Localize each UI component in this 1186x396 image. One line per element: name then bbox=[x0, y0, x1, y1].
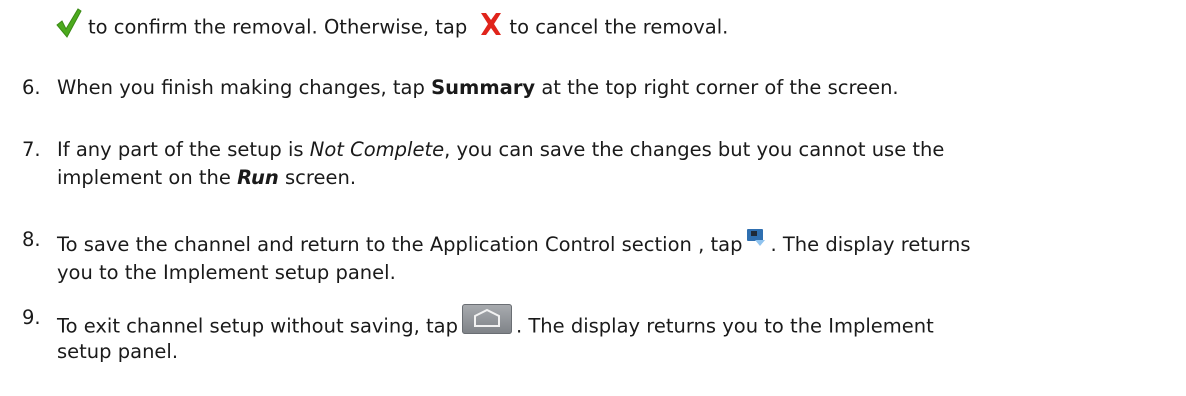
step-9-line-2: setup panel. bbox=[57, 340, 179, 363]
intro-text-b: to cancel the removal. bbox=[509, 15, 729, 39]
step-7-text-c: implement on the bbox=[57, 166, 238, 189]
step-6-text: When you finish making changes, tap Summ… bbox=[57, 76, 899, 100]
step-6-number: 6. bbox=[22, 76, 41, 99]
step-7-text-d: screen. bbox=[278, 166, 357, 189]
step-8-line-1: To save the channel and return to the Ap… bbox=[57, 228, 971, 257]
step-7-number: 7. bbox=[22, 138, 41, 161]
step-6-text-a: When you finish making changes, tap bbox=[57, 76, 432, 99]
not-complete-term: Not Complete bbox=[309, 138, 445, 161]
home-icon bbox=[461, 304, 512, 334]
step-7-line-1: If any part of the setup is Not Complete… bbox=[57, 138, 944, 162]
step-8-number: 8. bbox=[22, 228, 41, 251]
save-icon bbox=[746, 228, 766, 248]
step-6-text-b: at the top right corner of the screen. bbox=[535, 76, 899, 99]
intro-text-a: to confirm the removal. Otherwise, tap bbox=[88, 15, 468, 39]
step-8-text-a: To save the channel and return to the Ap… bbox=[57, 233, 743, 256]
document-page: { "intro": { "text_a": "to confirm the r… bbox=[0, 0, 1186, 396]
x-icon bbox=[479, 11, 503, 37]
step-9-text-a: To exit channel setup without saving, ta… bbox=[57, 314, 458, 338]
step-8-text-b: . The display returns bbox=[770, 233, 971, 256]
step-7-text-a: If any part of the setup is bbox=[57, 138, 310, 161]
intro-line: to confirm the removal. Otherwise, tap t… bbox=[56, 8, 729, 43]
step-9-number: 9. bbox=[22, 306, 41, 329]
step-8-line-2: you to the Implement setup panel. bbox=[57, 261, 396, 284]
summary-term: Summary bbox=[431, 76, 536, 99]
step-9-text-b: . The display returns you to the Impleme… bbox=[515, 314, 934, 338]
step-7-line-2: implement on the Run screen. bbox=[57, 166, 356, 190]
step-9-line-1: To exit channel setup without saving, ta… bbox=[57, 304, 934, 342]
step-7-text-b: , you can save the changes but you canno… bbox=[444, 138, 945, 161]
check-icon bbox=[56, 8, 82, 38]
run-term: Run bbox=[237, 166, 279, 189]
